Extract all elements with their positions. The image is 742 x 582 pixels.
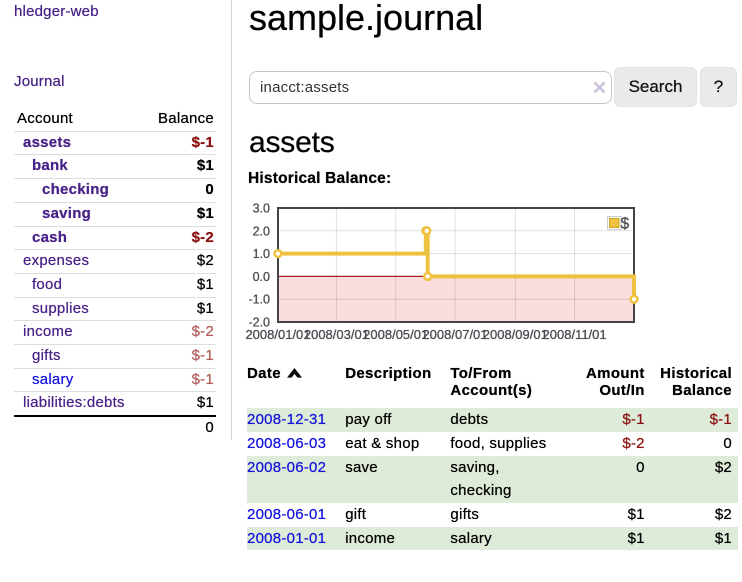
svg-text:$: $: [621, 216, 630, 233]
svg-text:2008/09/01: 2008/09/01: [483, 327, 548, 342]
svg-text:2008/05/01: 2008/05/01: [363, 327, 428, 342]
svg-text:2008/03/01: 2008/03/01: [304, 327, 369, 342]
svg-text:2.0: 2.0: [253, 224, 270, 238]
svg-text:2008/01/01: 2008/01/01: [245, 327, 310, 342]
svg-text:2008/11/01: 2008/11/01: [543, 327, 607, 342]
svg-text:0.0: 0.0: [253, 270, 270, 284]
svg-text:1.0: 1.0: [253, 247, 270, 261]
svg-text:-1.0: -1.0: [248, 293, 270, 307]
svg-text:3.0: 3.0: [253, 202, 270, 216]
svg-text:2008/07/01: 2008/07/01: [422, 327, 487, 342]
